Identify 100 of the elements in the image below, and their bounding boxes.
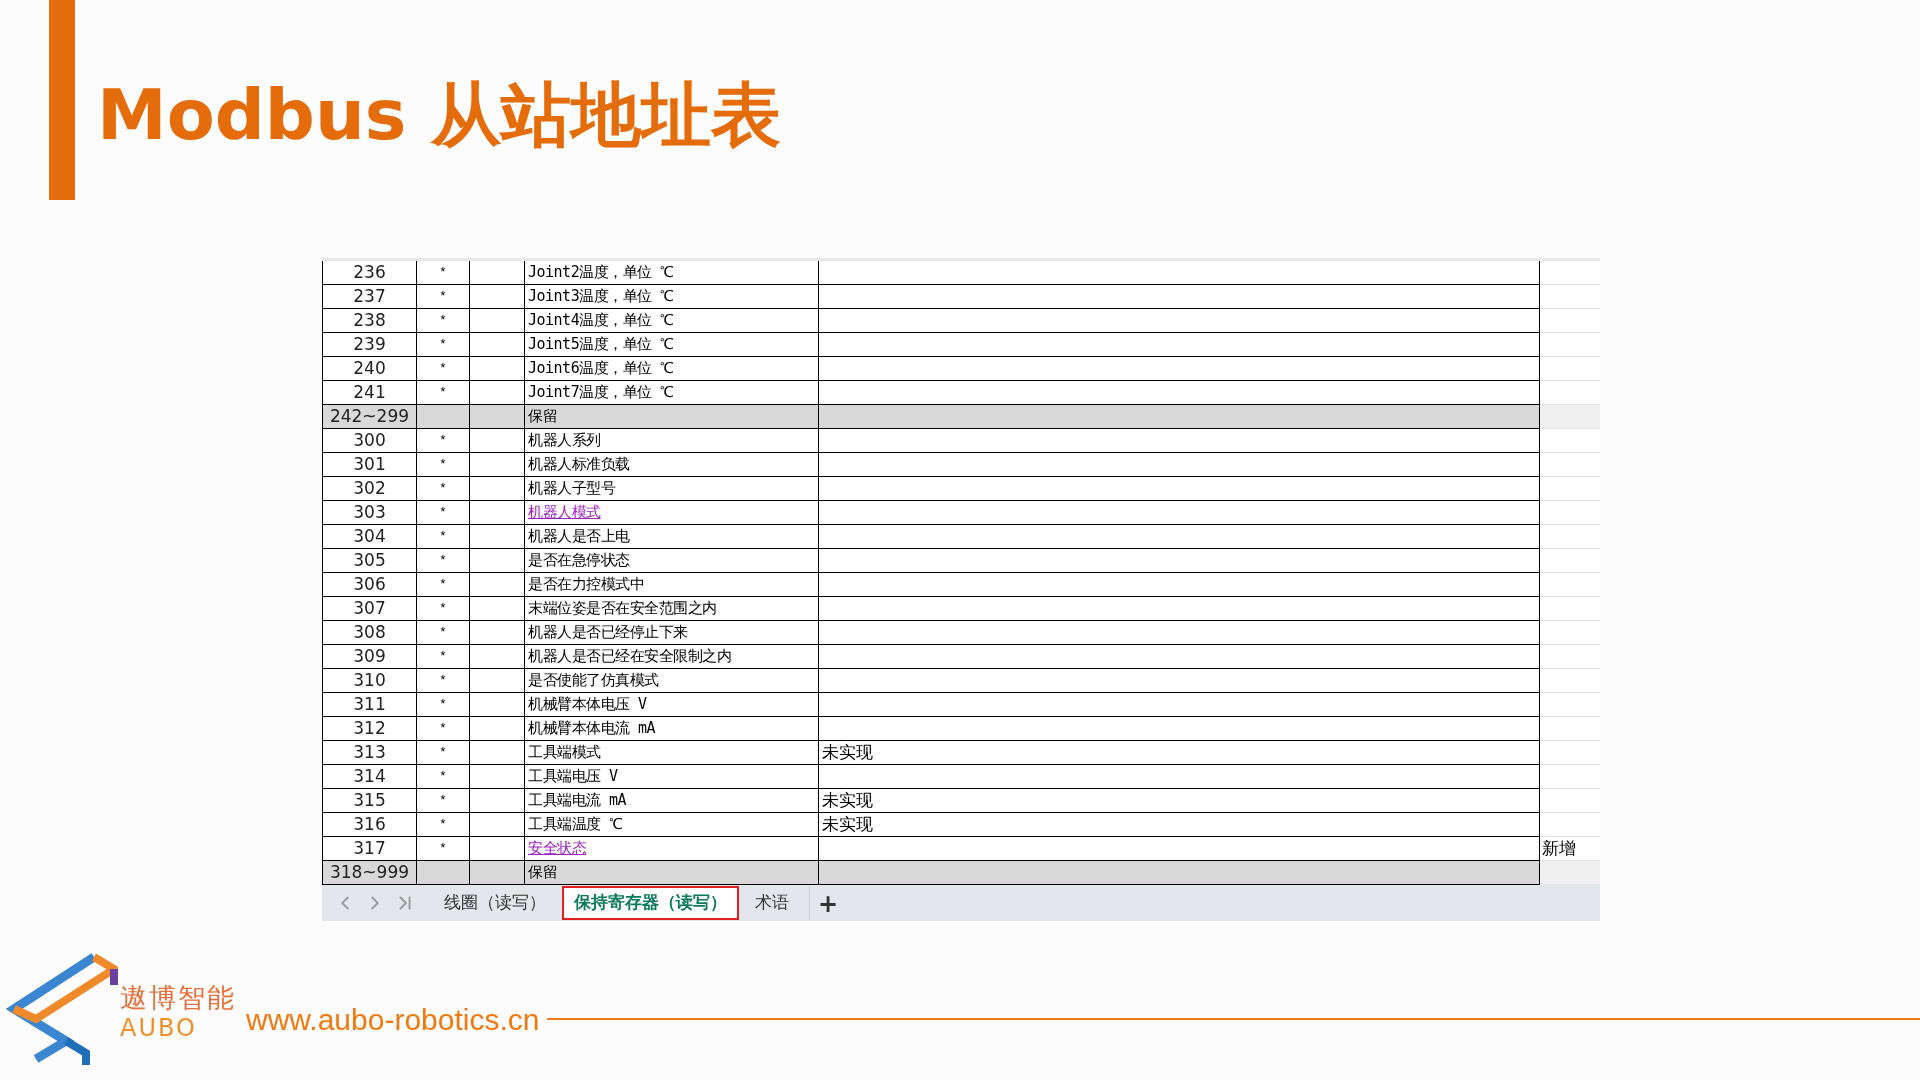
table-cell: Joint7温度，单位 ℃ <box>525 381 819 405</box>
table-cell <box>470 693 525 717</box>
table-cell <box>470 429 525 453</box>
table-cell: 304 <box>322 525 417 549</box>
sheet-tab[interactable]: 术语 <box>745 886 799 920</box>
table-cell: 机械臂本体电压 V <box>525 693 819 717</box>
table-cell <box>417 405 470 429</box>
add-sheet-button[interactable]: + <box>809 886 847 920</box>
table-cell: 保留 <box>525 861 819 885</box>
table-cell: 300 <box>322 429 417 453</box>
table-cell: 末端位姿是否在安全范围之内 <box>525 597 819 621</box>
table-cell: * <box>417 285 470 309</box>
table-cell <box>470 453 525 477</box>
table-cell <box>470 525 525 549</box>
table-cell: 303 <box>322 501 417 525</box>
table-cell: 机器人是否上电 <box>525 525 819 549</box>
table-cell: * <box>417 549 470 573</box>
table-cell <box>470 285 525 309</box>
table-cell: * <box>417 477 470 501</box>
table-cell: * <box>417 573 470 597</box>
table-cell: 238 <box>322 309 417 333</box>
table-cell <box>470 717 525 741</box>
table-cell: 306 <box>322 573 417 597</box>
table-cell <box>470 333 525 357</box>
table-cell: * <box>417 789 470 813</box>
table-cell: 安全状态 <box>525 837 819 861</box>
table-cell <box>470 621 525 645</box>
table-cell: 机器人标准负载 <box>525 453 819 477</box>
table-cell: 是否使能了仿真模式 <box>525 669 819 693</box>
table-cell <box>470 765 525 789</box>
table-cell: 314 <box>322 765 417 789</box>
slide-title: Modbus 从站地址表 <box>97 73 781 158</box>
table-cell: 242~299 <box>322 405 417 429</box>
table-cell: * <box>417 261 470 285</box>
table-cell <box>470 645 525 669</box>
table-cell: Joint2温度，单位 ℃ <box>525 261 819 285</box>
table-cell: 239 <box>322 333 417 357</box>
table-cell: * <box>417 741 470 765</box>
table-cell: 机器人模式 <box>525 501 819 525</box>
table-cell: 保留 <box>525 405 819 429</box>
brand-name: 遨博智能 <box>120 982 236 1014</box>
table-cell: * <box>417 837 470 861</box>
table-cell <box>470 741 525 765</box>
table-cell <box>470 477 525 501</box>
table-cell <box>470 573 525 597</box>
table-cell: 未实现 <box>819 813 1540 837</box>
table-cell: 机械臂本体电流 mA <box>525 717 819 741</box>
table-cell: 315 <box>322 789 417 813</box>
table-cell: * <box>417 597 470 621</box>
table-cell <box>470 309 525 333</box>
table-cell: 311 <box>322 693 417 717</box>
table-cell: 313 <box>322 741 417 765</box>
table-cell <box>470 549 525 573</box>
table-cell: 317 <box>322 837 417 861</box>
table-cell <box>470 501 525 525</box>
sheet-tab[interactable]: 保持寄存器（读写） <box>562 886 739 920</box>
table-cell: 301 <box>322 453 417 477</box>
table-cell <box>470 813 525 837</box>
table-cell: 是否在急停状态 <box>525 549 819 573</box>
table-cell: 318~999 <box>322 861 417 885</box>
table-cell: 工具端温度 ℃ <box>525 813 819 837</box>
table-cell: 316 <box>322 813 417 837</box>
table-cell: * <box>417 429 470 453</box>
table-cell: 工具端模式 <box>525 741 819 765</box>
table-cell: * <box>417 357 470 381</box>
brand-label: AUBO <box>120 1014 198 1042</box>
sheet-tab[interactable]: 线圈（读写） <box>434 886 556 920</box>
table-cell: * <box>417 813 470 837</box>
table-cell <box>470 261 525 285</box>
table-cell: 240 <box>322 357 417 381</box>
table-cell <box>470 789 525 813</box>
table-cell: * <box>417 381 470 405</box>
table-cell: 工具端电压 V <box>525 765 819 789</box>
table-cell <box>470 357 525 381</box>
table-cell: * <box>417 669 470 693</box>
table-cell: * <box>417 501 470 525</box>
table-cell: Joint5温度，单位 ℃ <box>525 333 819 357</box>
table-cell: 未实现 <box>819 741 1540 765</box>
table-cell <box>417 861 470 885</box>
table-cell: 309 <box>322 645 417 669</box>
table-cell: 未实现 <box>819 789 1540 813</box>
table-cell: * <box>417 717 470 741</box>
table-cell: 237 <box>322 285 417 309</box>
table-cell: 305 <box>322 549 417 573</box>
table-cell: 机器人是否已经停止下来 <box>525 621 819 645</box>
table-cell: * <box>417 765 470 789</box>
table-cell: Joint6温度，单位 ℃ <box>525 357 819 381</box>
table-cell: * <box>417 453 470 477</box>
table-cell <box>470 669 525 693</box>
table-cell <box>470 861 525 885</box>
table-cell: * <box>417 309 470 333</box>
table-cell: * <box>417 525 470 549</box>
table-cell: * <box>417 333 470 357</box>
table-cell: 机器人子型号 <box>525 477 819 501</box>
table-cell: 机器人是否已经在安全限制之内 <box>525 645 819 669</box>
table-cell: 308 <box>322 621 417 645</box>
table-cell: 工具端电流 mA <box>525 789 819 813</box>
table-cell: 302 <box>322 477 417 501</box>
table-cell <box>470 405 525 429</box>
table-cell: 236 <box>322 261 417 285</box>
